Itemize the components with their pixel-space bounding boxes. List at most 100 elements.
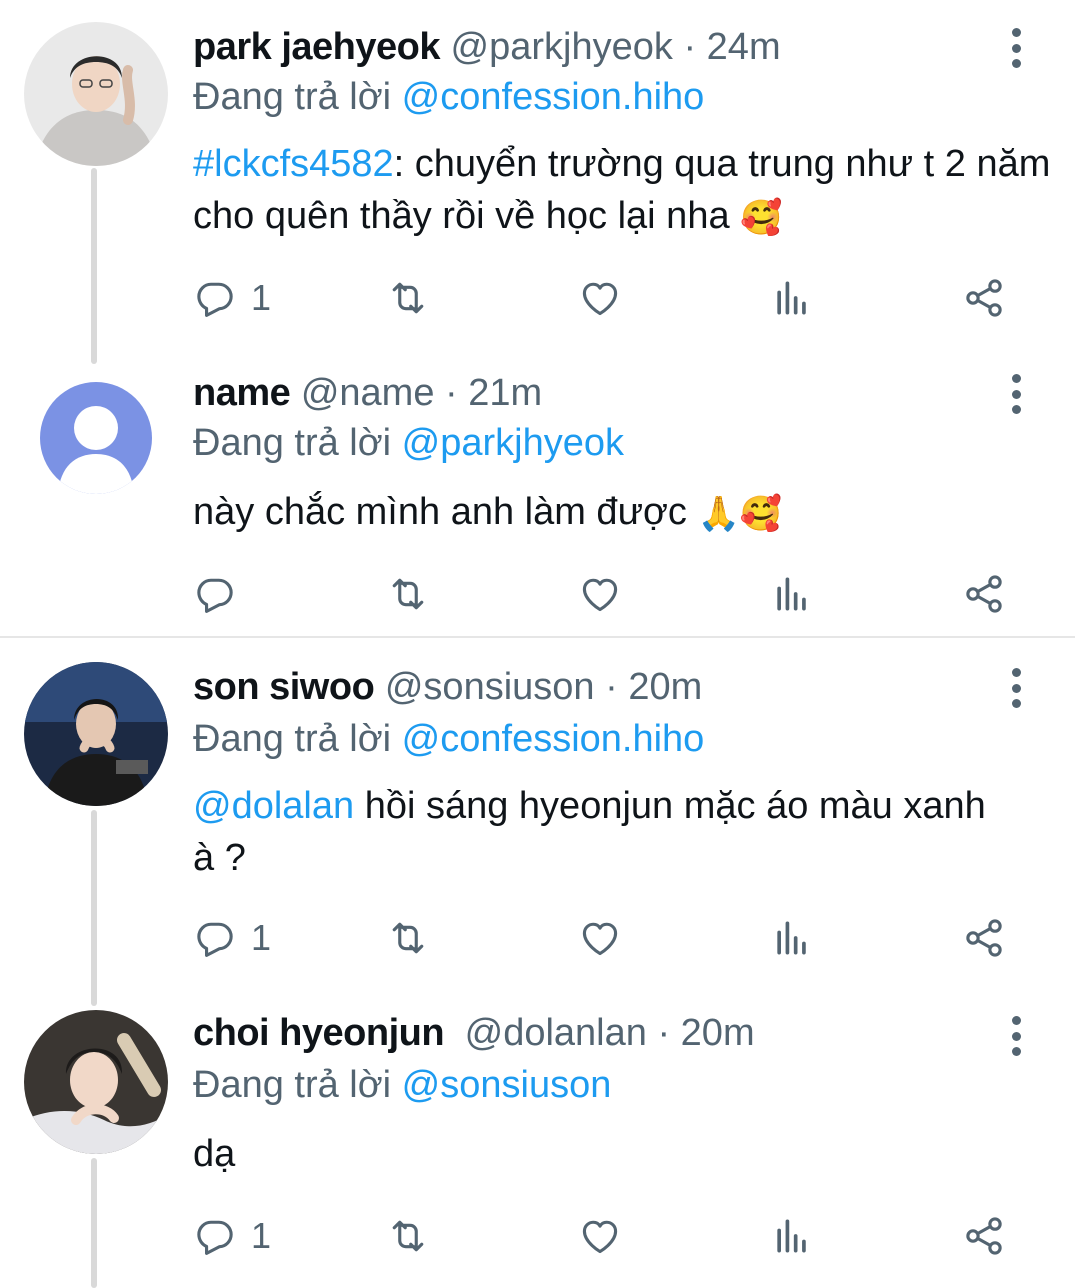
share-button[interactable] (962, 566, 1006, 622)
replying-to-link[interactable]: @confession.hiho (402, 718, 705, 760)
more-options-icon[interactable] (1000, 24, 1032, 72)
tweet-text-content: này chắc mình anh làm được (193, 491, 698, 533)
share-icon (962, 572, 1006, 616)
reply-button[interactable] (193, 566, 251, 622)
retweet-icon (386, 1214, 430, 1258)
views-button[interactable] (770, 270, 814, 326)
tweet-header: son siwoo @sonsiuson · 20m (193, 662, 702, 712)
share-icon (962, 1214, 1006, 1258)
bar-chart-icon (770, 1214, 814, 1258)
more-options-icon[interactable] (1000, 664, 1032, 712)
replying-prefix: Đang trả lời (193, 422, 392, 464)
heart-icon (578, 916, 622, 960)
avatar[interactable] (40, 382, 152, 494)
photo-avatar-icon (24, 22, 168, 166)
display-name[interactable]: choi hyeonjun (193, 1012, 445, 1054)
reply-button[interactable]: 1 (193, 910, 271, 966)
like-button[interactable] (578, 910, 622, 966)
bar-chart-icon (770, 276, 814, 320)
tweet-text: @dolalan hồi sáng hyeonjun mặc áo màu xa… (193, 780, 1013, 884)
timestamp[interactable]: 21m (468, 372, 542, 414)
replying-to-link[interactable]: @parkjhyeok (402, 422, 624, 464)
retweet-icon (386, 916, 430, 960)
mention-link[interactable]: @dolalan (193, 785, 354, 827)
replying-to: Đang trả lời @parkjhyeok (193, 418, 624, 468)
replying-to-link[interactable]: @sonsiuson (402, 1064, 612, 1106)
tweet[interactable]: son siwoo @sonsiuson · 20m Đang trả lời … (0, 638, 1075, 1006)
timestamp[interactable]: 24m (707, 26, 781, 68)
timestamp[interactable]: 20m (628, 666, 702, 708)
reply-icon (193, 916, 237, 960)
emoji: 🙏🥰 (697, 494, 783, 533)
avatar[interactable] (24, 1010, 168, 1154)
thread-line (91, 810, 97, 1006)
reply-icon (193, 276, 237, 320)
share-icon (962, 916, 1006, 960)
share-button[interactable] (962, 270, 1006, 326)
retweet-button[interactable] (386, 1208, 430, 1264)
more-options-icon[interactable] (1000, 1012, 1032, 1060)
views-button[interactable] (770, 910, 814, 966)
share-icon (962, 276, 1006, 320)
tweet[interactable]: name @name · 21m Đang trả lời @parkjhyeo… (0, 360, 1075, 636)
reply-count: 1 (251, 1215, 272, 1256)
user-handle[interactable]: @name (301, 372, 435, 414)
retweet-button[interactable] (386, 566, 430, 622)
separator: · (605, 666, 618, 708)
replying-prefix: Đang trả lời (193, 1064, 392, 1106)
reply-icon (193, 572, 237, 616)
reply-count: 1 (251, 277, 272, 318)
user-handle[interactable]: @dolanlan (465, 1012, 647, 1054)
separator: · (657, 1012, 671, 1054)
tweet-actions (193, 566, 1033, 622)
heart-icon (578, 276, 622, 320)
tweet-text: dạ (193, 1128, 1053, 1180)
replying-to: Đang trả lời @sonsiuson (193, 1060, 611, 1110)
bar-chart-icon (770, 572, 814, 616)
avatar[interactable] (24, 662, 168, 806)
tweet-header: name @name · 21m (193, 368, 542, 418)
hashtag-link[interactable]: #lckcfs4582 (193, 143, 394, 185)
separator: · (683, 26, 697, 68)
retweet-button[interactable] (386, 270, 430, 326)
replying-to: Đang trả lời @confession.hiho (193, 714, 704, 764)
tweet-actions: 1 (193, 1208, 1033, 1264)
user-handle[interactable]: @parkjhyeok (451, 26, 673, 68)
replying-to-link[interactable]: @confession.hiho (402, 76, 705, 118)
tweet-actions: 1 (193, 910, 1033, 966)
avatar[interactable] (24, 22, 168, 166)
share-button[interactable] (962, 1208, 1006, 1264)
more-options-icon[interactable] (1000, 370, 1032, 418)
replying-prefix: Đang trả lời (193, 718, 392, 760)
like-button[interactable] (578, 270, 622, 326)
retweet-icon (386, 276, 430, 320)
like-button[interactable] (578, 566, 622, 622)
display-name[interactable]: name (193, 372, 291, 414)
tweet-header: choi hyeonjun @dolanlan · 20m (193, 1008, 755, 1058)
views-button[interactable] (770, 566, 814, 622)
heart-icon (578, 1214, 622, 1258)
default-user-avatar-icon (40, 382, 152, 494)
reply-button[interactable]: 1 (193, 1208, 271, 1264)
retweet-button[interactable] (386, 910, 430, 966)
tweet-text: #lckcfs4582: chuyển trường qua trung như… (193, 138, 1053, 244)
reply-count: 1 (251, 917, 272, 958)
tweet-actions: 1 (193, 270, 1033, 326)
photo-avatar-icon (24, 662, 168, 806)
views-button[interactable] (770, 1208, 814, 1264)
thread-line (91, 1158, 97, 1288)
heart-icon (578, 572, 622, 616)
bar-chart-icon (770, 916, 814, 960)
replying-prefix: Đang trả lời (193, 76, 392, 118)
display-name[interactable]: son siwoo (193, 666, 375, 708)
reply-button[interactable]: 1 (193, 270, 271, 326)
tweet[interactable]: park jaehyeok @parkjhyeok · 24m Đang trả… (0, 0, 1075, 364)
display-name[interactable]: park jaehyeok (193, 26, 440, 68)
tweet[interactable]: choi hyeonjun @dolanlan · 20m Đang trả l… (0, 1000, 1075, 1288)
like-button[interactable] (578, 1208, 622, 1264)
retweet-icon (386, 572, 430, 616)
share-button[interactable] (962, 910, 1006, 966)
user-handle[interactable]: @sonsiuson (385, 666, 595, 708)
timestamp[interactable]: 20m (681, 1012, 755, 1054)
tweet-header: park jaehyeok @parkjhyeok · 24m (193, 22, 781, 72)
